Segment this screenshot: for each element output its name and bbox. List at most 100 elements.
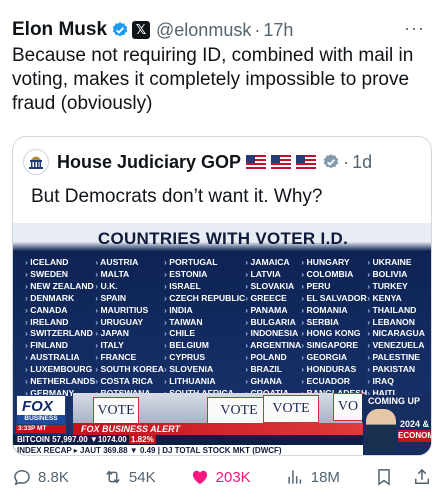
country-name: ESTONIA (164, 269, 245, 281)
country-name: FRANCE (95, 352, 164, 364)
country-name: JAMAICA (245, 257, 301, 269)
country-name: HUNGARY (301, 257, 367, 269)
country-name: PERU (301, 281, 367, 293)
country-name: COLOMBIA (301, 269, 367, 281)
country-name: NICARAGUA (367, 328, 425, 340)
quoted-post[interactable]: House Judiciary GOP · 1d But Democrats d… (12, 136, 432, 456)
country-name: JAPAN (95, 328, 164, 340)
country-name: ITALY (95, 340, 164, 352)
country-name: MAURITIUS (95, 305, 164, 317)
country-name: PALESTINE (367, 352, 425, 364)
country-name: MALTA (95, 269, 164, 281)
country-name: CYPRUS (164, 352, 245, 364)
country-name: SWITZERLAND (25, 328, 95, 340)
reply-button[interactable]: 8.8K (12, 467, 69, 487)
country-name: BULGARIA (245, 317, 301, 329)
country-name: COSTA RICA (95, 376, 164, 388)
vote-sign: VOTE (263, 395, 319, 423)
country-name: AUSTRALIA (25, 352, 95, 364)
country-name: NEW ZEALAND (25, 281, 95, 293)
ticker-bitcoin: BITCOIN 57,997.00 ▼1074.00 1.82% (13, 435, 363, 445)
country-name: INDONESIA (245, 328, 301, 340)
country-column: PORTUGALESTONIAISRAELCZECH REPUBLICINDIA… (164, 257, 245, 400)
country-name: GHANA (245, 376, 301, 388)
separator: · (343, 151, 350, 172)
segment-year: 2024 & (400, 419, 430, 429)
quote-media-image[interactable]: COUNTRIES WITH VOTER I.D. ICELANDSWEDENN… (13, 223, 431, 455)
broadcast-lower-third: FOX BUSINESS VOTE VOTE VOTE VO COMING UP… (13, 393, 431, 455)
action-bar: 8.8K 54K 203K 18M (12, 464, 432, 490)
country-column: ICELANDSWEDENNEW ZEALANDDENMARKCANADAIRE… (25, 257, 95, 400)
quote-header: House Judiciary GOP · 1d (23, 149, 372, 175)
country-name: SLOVENIA (164, 364, 245, 376)
post-time[interactable]: 17h (263, 20, 293, 41)
country-name: ECUADOR (301, 376, 367, 388)
country-name: NETHERLANDS (25, 376, 95, 388)
author-handle[interactable]: @elonmusk (156, 20, 251, 41)
quote-avatar[interactable] (23, 149, 49, 175)
country-name: KENYA (367, 293, 425, 305)
country-name: SLOVAKIA (245, 281, 301, 293)
country-column: JAMAICALATVIASLOVAKIAGREECEPANAMABULGARI… (245, 257, 301, 400)
coming-up-box: COMING UP 2024 & ECONOMY (362, 395, 431, 455)
country-name: ICELAND (25, 257, 95, 269)
country-name: URUGUAY (95, 317, 164, 329)
secondary-actions (374, 467, 432, 487)
country-name: SWEDEN (25, 269, 95, 281)
bookmark-icon[interactable] (374, 467, 394, 487)
country-name: BOLIVIA (367, 269, 425, 281)
country-name: LATVIA (245, 269, 301, 281)
country-name: SERBIA (301, 317, 367, 329)
quote-author-name[interactable]: House Judiciary GOP (57, 152, 241, 173)
view-count: 18M (310, 468, 340, 486)
country-name: SPAIN (95, 293, 164, 305)
country-name: PORTUGAL (164, 257, 245, 269)
country-name: HONG KONG (301, 328, 367, 340)
country-name: IRELAND (25, 317, 95, 329)
quote-text: But Democrats don’t want it. Why? (31, 186, 323, 207)
quote-time[interactable]: 1d (352, 152, 372, 173)
reply-icon (14, 469, 30, 486)
country-column: UKRAINEBOLIVIATURKEYKENYATHAILANDLEBANON… (367, 257, 425, 400)
country-name: ROMANIA (301, 305, 367, 317)
repost-count: 54K (128, 468, 156, 486)
country-name: PANAMA (245, 305, 301, 317)
country-name: SINGAPORE (301, 340, 367, 352)
x-affiliate-icon: 𝕏 (132, 21, 151, 39)
country-name: LUXEMBOURG (25, 364, 95, 376)
country-name: UKRAINE (367, 257, 425, 269)
country-name: CANADA (25, 305, 95, 317)
anchor-photo (366, 409, 396, 453)
author-name[interactable]: Elon Musk (12, 19, 107, 41)
us-flag-icon (296, 155, 317, 169)
heart-icon (192, 470, 207, 485)
country-name: BELGIUM (164, 340, 245, 352)
views-button[interactable]: 18M (285, 467, 340, 487)
us-flag-icon (271, 155, 292, 169)
country-name: AUSTRIA (95, 257, 164, 269)
repost-button[interactable]: 54K (103, 467, 156, 487)
post-header: Elon Musk 𝕏 @elonmusk · 17h (12, 18, 293, 42)
post-text: Because not requiring ID, combined with … (12, 45, 414, 114)
post: Elon Musk 𝕏 @elonmusk · 17h ··· Because … (0, 0, 441, 500)
views-chart-icon (288, 470, 301, 484)
country-name: ARGENTINA (245, 340, 301, 352)
like-button[interactable]: 203K (190, 467, 251, 487)
media-title: COUNTRIES WITH VOTER I.D. (97, 229, 349, 248)
separator: · (254, 19, 261, 40)
broadcast-clock: 3:33P MT (16, 425, 66, 433)
country-column: AUSTRIAMALTAU.K.SPAINMAURITIUSURUGUAYJAP… (95, 257, 164, 400)
like-count: 203K (215, 468, 251, 486)
us-flag-icon (246, 155, 267, 169)
studio-background: VOTE VOTE VOTE VO (73, 393, 363, 425)
country-name: DENMARK (25, 293, 95, 305)
network-logo: FOX BUSINESS (16, 395, 66, 425)
more-options-button[interactable]: ··· (404, 18, 425, 39)
country-name: CHILE (164, 328, 245, 340)
share-icon[interactable] (412, 467, 432, 487)
country-name: POLAND (245, 352, 301, 364)
country-name: GREECE (245, 293, 301, 305)
country-name: PAKISTAN (367, 364, 425, 376)
country-name: ISRAEL (164, 281, 245, 293)
country-name: U.K. (95, 281, 164, 293)
